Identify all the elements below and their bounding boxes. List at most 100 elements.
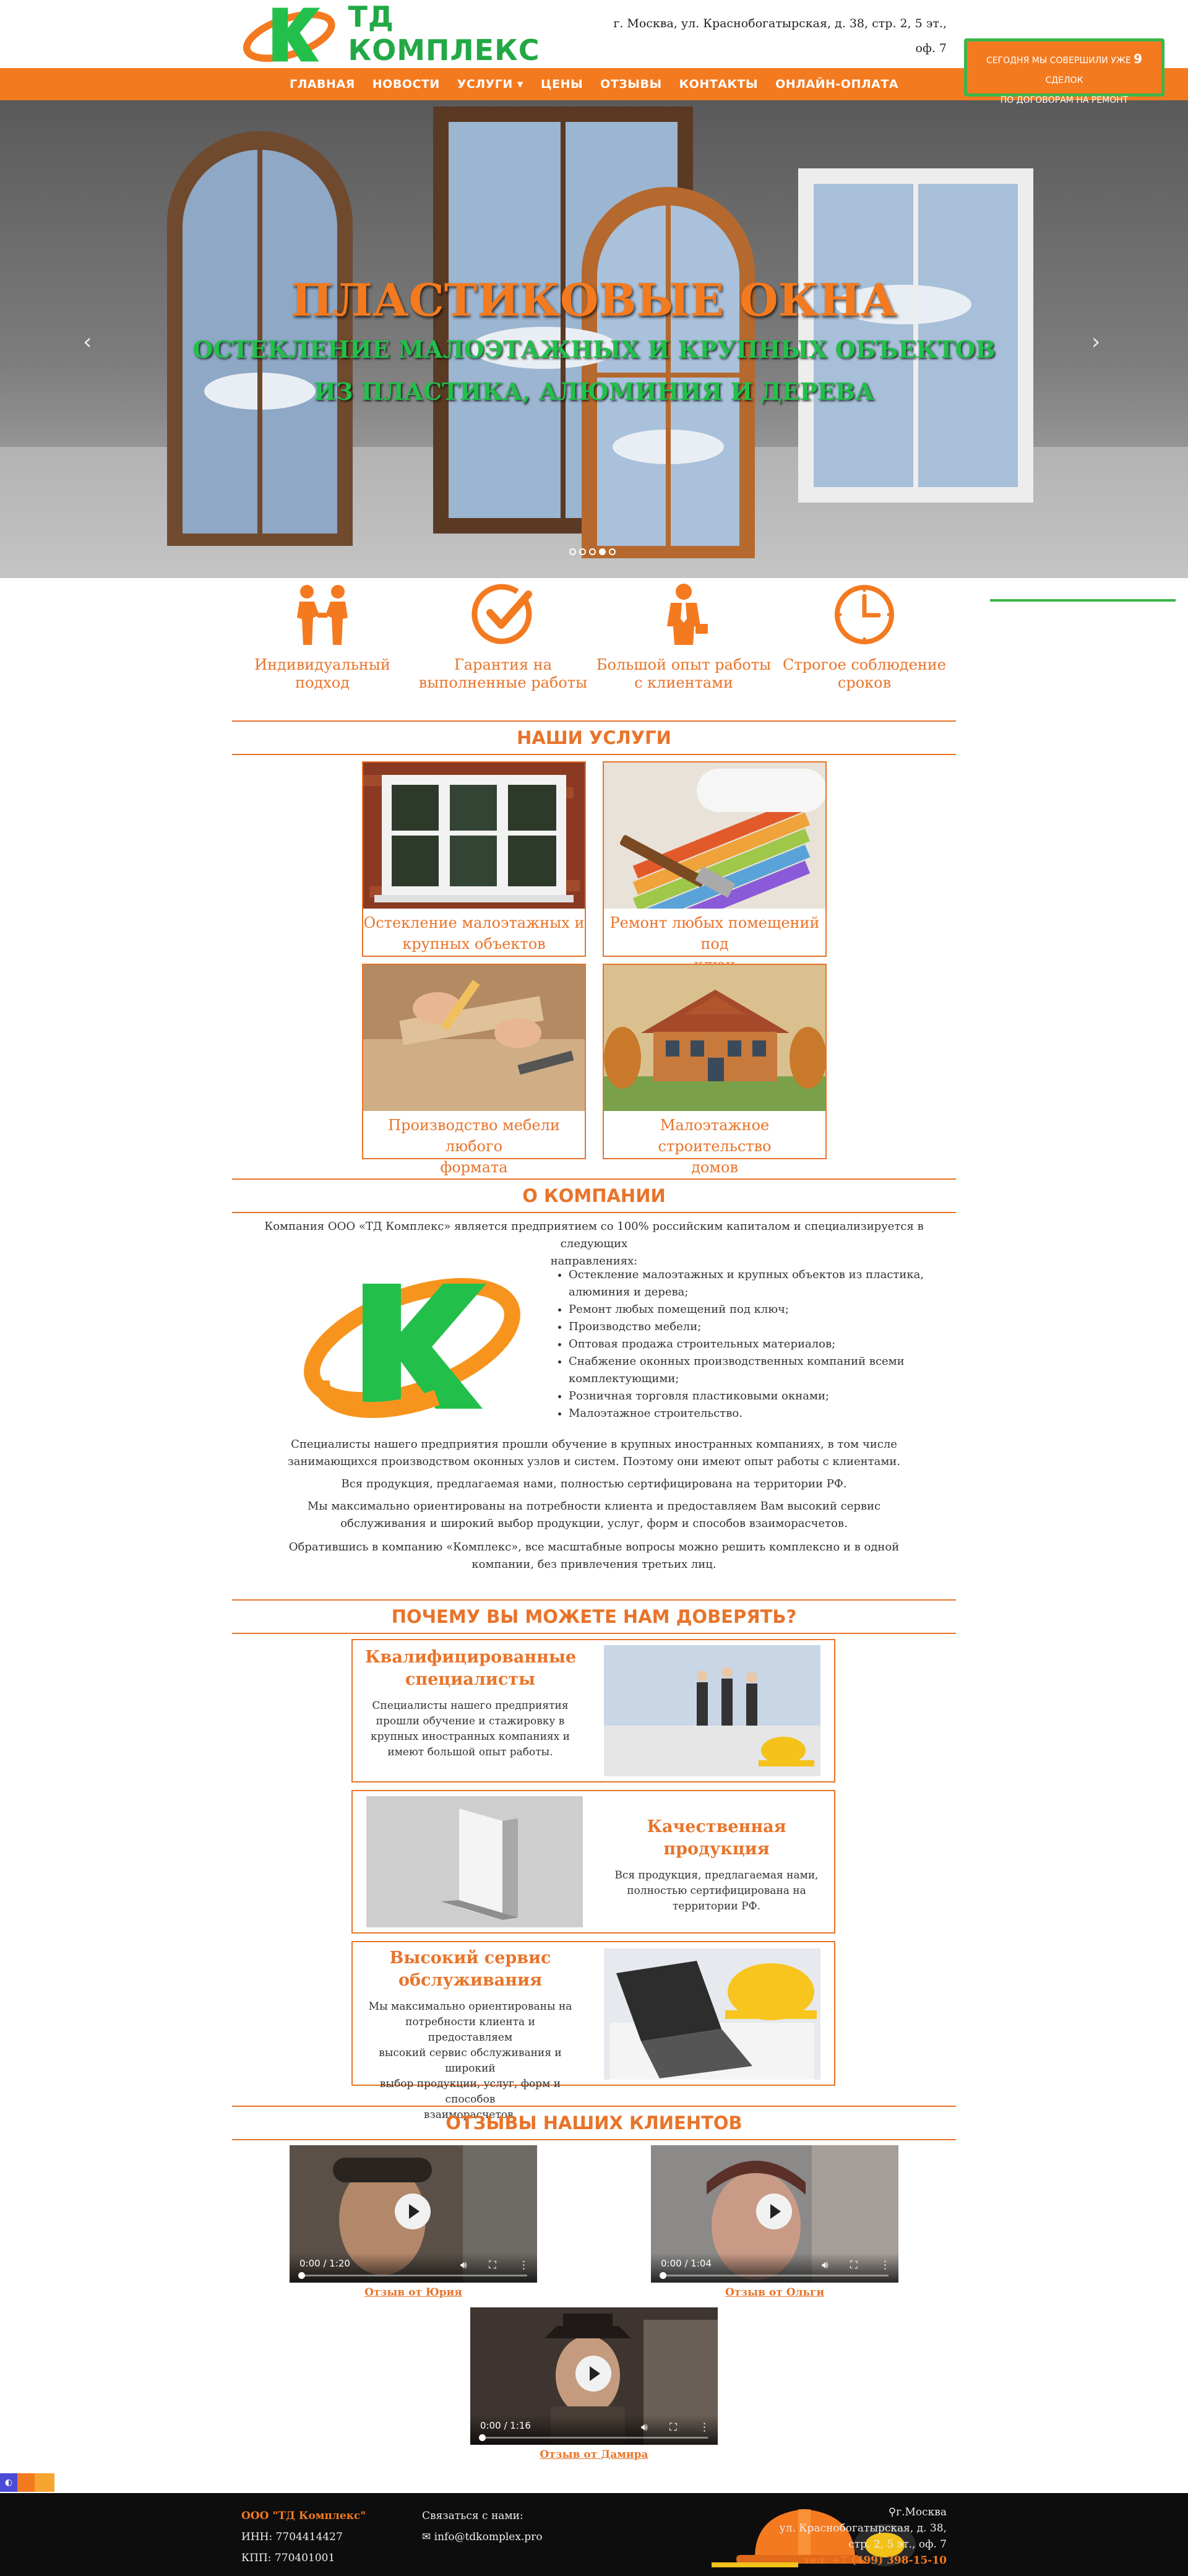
about-paragraph-specialists: Специалисты нашего предприятия прошли об…: [287, 1438, 901, 1468]
more-options-icon[interactable]: ⋮: [699, 2421, 710, 2434]
hero-slider: ПЛАСТИКОВЫЕ ОКНА ОСТЕКЛЕНИЕ МАЛОЭТАЖНЫХ …: [0, 100, 1188, 578]
widget-grid-icon[interactable]: [35, 2473, 54, 2492]
nav-item-online-payment[interactable]: ОНЛАЙН-ОПЛАТА: [775, 77, 898, 91]
service-label: Остекление малоэтажных и крупных объектов: [363, 914, 585, 953]
trust-text: Качественная продукция Вся продукция, пр…: [611, 1816, 822, 1914]
trust-heading: ПОЧЕМУ ВЫ МОЖЕТЕ НАМ ДОВЕРЯТЬ?: [232, 1599, 956, 1634]
handshake-icon: [297, 585, 348, 645]
video-player-3[interactable]: 0:00 / 1:16 🔊︎ ⛶ ⋮: [470, 2307, 718, 2445]
list-item: Снабжение оконных производственных компа…: [569, 1353, 937, 1388]
review-link-yuri[interactable]: Отзыв от Юрия: [290, 2286, 537, 2299]
widget-icon[interactable]: ◐: [0, 2473, 17, 2492]
video-progress-handle[interactable]: [479, 2434, 486, 2441]
feature-label: Большой опыт работы с клиентами: [596, 656, 772, 691]
feature-label: Гарантия на выполненные работы: [418, 656, 588, 691]
review-link-damir[interactable]: Отзыв от Дамира: [470, 2448, 718, 2461]
about-paragraph-service: Мы максимально ориентированы на потребно…: [307, 1500, 881, 1530]
service-card-glazing[interactable]: Остекление малоэтажных и крупных объектов: [362, 761, 586, 957]
nav-item-prices[interactable]: ЦЕНЫ: [541, 77, 583, 91]
list-item: Остекление малоэтажных и крупных объекто…: [569, 1266, 937, 1301]
trust-title: Качественная продукция: [647, 1817, 786, 1859]
video-progress[interactable]: [661, 2275, 889, 2276]
trust-description: Вся продукция, предлагаемая нами, полност…: [614, 1869, 819, 1913]
nav-item-reviews[interactable]: ОТЗЫВЫ: [600, 77, 661, 91]
check-circle-icon: [471, 584, 532, 644]
nav-item-services[interactable]: УСЛУГИ ▾: [457, 77, 523, 91]
slider-dot[interactable]: [569, 548, 576, 555]
slide-subtitle-1: ОСТЕКЛЕНИЕ МАЛОЭТАЖНЫХ И КРУПНЫХ ОБЪЕКТО…: [192, 335, 996, 363]
volume-icon[interactable]: 🔊︎: [822, 2259, 829, 2271]
video-time: 0:00 / 1:04: [661, 2258, 712, 2269]
service-renovation-image: [604, 763, 827, 943]
list-item: Розничная торговля пластиковыми окнами;: [569, 1388, 937, 1405]
engineers-photo: [604, 1645, 820, 1776]
slide-title: ПЛАСТИКОВЫЕ ОКНА: [291, 274, 897, 326]
more-options-icon[interactable]: ⋮: [880, 2259, 890, 2271]
slider-dot-active[interactable]: [599, 548, 606, 555]
slider-prev-icon[interactable]: ‹: [83, 329, 92, 355]
about-directions-list: Остекление малоэтажных и крупных объекто…: [554, 1266, 937, 1422]
video-progress[interactable]: [299, 2275, 527, 2276]
volume-icon[interactable]: 🔊︎: [641, 2421, 648, 2434]
slider-dot[interactable]: [609, 548, 616, 555]
header-address: г. Москва, ул. Краснобогатырская, д. 38,…: [613, 17, 947, 55]
slider-dot[interactable]: [579, 548, 586, 555]
more-options-icon[interactable]: ⋮: [519, 2259, 529, 2271]
map-pin-icon: ⚲: [888, 2506, 897, 2518]
slider-dot[interactable]: [589, 548, 596, 555]
site-logo[interactable]: ТД КОМПЛЕКС: [241, 0, 588, 67]
video-progress[interactable]: [480, 2437, 708, 2439]
list-item: Малоэтажное строительство.: [569, 1405, 937, 1422]
trust-text: Квалифицированные специалисты Специалисты…: [365, 1646, 576, 1760]
footer-city: ⚲г.Москва: [888, 2506, 947, 2518]
nav-item-news[interactable]: НОВОСТИ: [372, 77, 440, 91]
footer-address: ⚲г.Москва ул. Краснобогатырская, д. 38, …: [773, 2504, 947, 2569]
volume-icon[interactable]: 🔊︎: [460, 2259, 467, 2271]
video-player-1[interactable]: 0:00 / 1:20 🔊︎ ⛶ ⋮: [290, 2145, 537, 2283]
video-time: 0:00 / 1:20: [299, 2258, 350, 2269]
reviews-heading: ОТЗЫВЫ НАШИХ КЛИЕНТОВ: [232, 2106, 956, 2140]
logo-text: ТД КОМПЛЕКС: [348, 0, 540, 67]
service-glazing-image: [363, 763, 585, 909]
video-player-2[interactable]: 0:00 / 1:04 🔊︎ ⛶ ⋮: [651, 2145, 898, 2283]
feature-deadlines: Строгое соблюдение сроков: [774, 581, 955, 698]
businessman-icon: [667, 584, 708, 645]
slider-dots: [569, 548, 616, 555]
floating-widget[interactable]: ◐: [0, 2473, 54, 2492]
window-profile-photo: [366, 1796, 583, 1927]
service-label: Малоэтажное строительство домов: [658, 1117, 772, 1176]
feature-label: Строгое соблюдение сроков: [783, 656, 946, 691]
slider-next-icon[interactable]: ›: [1091, 329, 1100, 355]
decorative-divider: [990, 599, 1176, 602]
fullscreen-icon[interactable]: ⛶: [850, 2259, 858, 2271]
service-card-furniture[interactable]: Производство мебели любого формата: [362, 964, 586, 1176]
footer-contact-label: Связаться с нами:: [422, 2510, 523, 2522]
slide-subtitle-2: ИЗ ПЛАСТИКА, АЛЮМИНИЯ И ДЕРЕВА: [314, 378, 874, 405]
service-card-construction[interactable]: Малоэтажное строительство домов: [603, 964, 827, 1176]
trust-text: Высокий сервис обслуживания Мы максимальн…: [365, 1947, 575, 2123]
service-construction-image: [604, 965, 827, 1111]
list-item: Производство мебели;: [569, 1318, 937, 1336]
site-footer: ООО "ТД Комплекс" ИНН: 7704414427 КПП: 7…: [0, 2493, 1188, 2576]
play-icon[interactable]: [575, 2356, 611, 2392]
nav-item-home[interactable]: ГЛАВНАЯ: [290, 77, 355, 91]
deals-count: 9: [1134, 51, 1143, 66]
fullscreen-icon[interactable]: ⛶: [669, 2421, 677, 2434]
footer-phone[interactable]: тел. +7 (499) 398-15-10: [773, 2552, 947, 2569]
video-progress-handle[interactable]: [298, 2272, 305, 2279]
review-link-olga[interactable]: Отзыв от Ольги: [651, 2286, 898, 2299]
play-icon[interactable]: [756, 2193, 792, 2229]
service-card-renovation[interactable]: Ремонт любых помещений подключ: [603, 761, 827, 974]
company-logo-icon: [304, 1277, 520, 1419]
trust-description: Мы максимально ориентированы на потребнос…: [368, 2000, 572, 2121]
deals-counter-line2: ПО ДОГОВОРАМ НА РЕМОНТ: [1000, 95, 1129, 105]
nav-item-contacts[interactable]: КОНТАКТЫ: [679, 77, 758, 91]
about-paragraph-complex: Обратившись в компанию «Комплекс», все м…: [288, 1541, 900, 1571]
play-icon[interactable]: [395, 2193, 431, 2229]
fullscreen-icon[interactable]: ⛶: [489, 2259, 496, 2271]
footer-email[interactable]: ✉ info@tdkomplex.pro: [422, 2526, 543, 2548]
feature-individual-approach: Индивидуальный подход: [232, 581, 413, 698]
video-progress-handle[interactable]: [660, 2272, 666, 2279]
deals-counter-line1: СЕГОДНЯ МЫ СОВЕРШИЛИ УЖЕ 9 СДЕЛОК: [986, 51, 1143, 85]
video-time: 0:00 / 1:16: [480, 2420, 531, 2431]
